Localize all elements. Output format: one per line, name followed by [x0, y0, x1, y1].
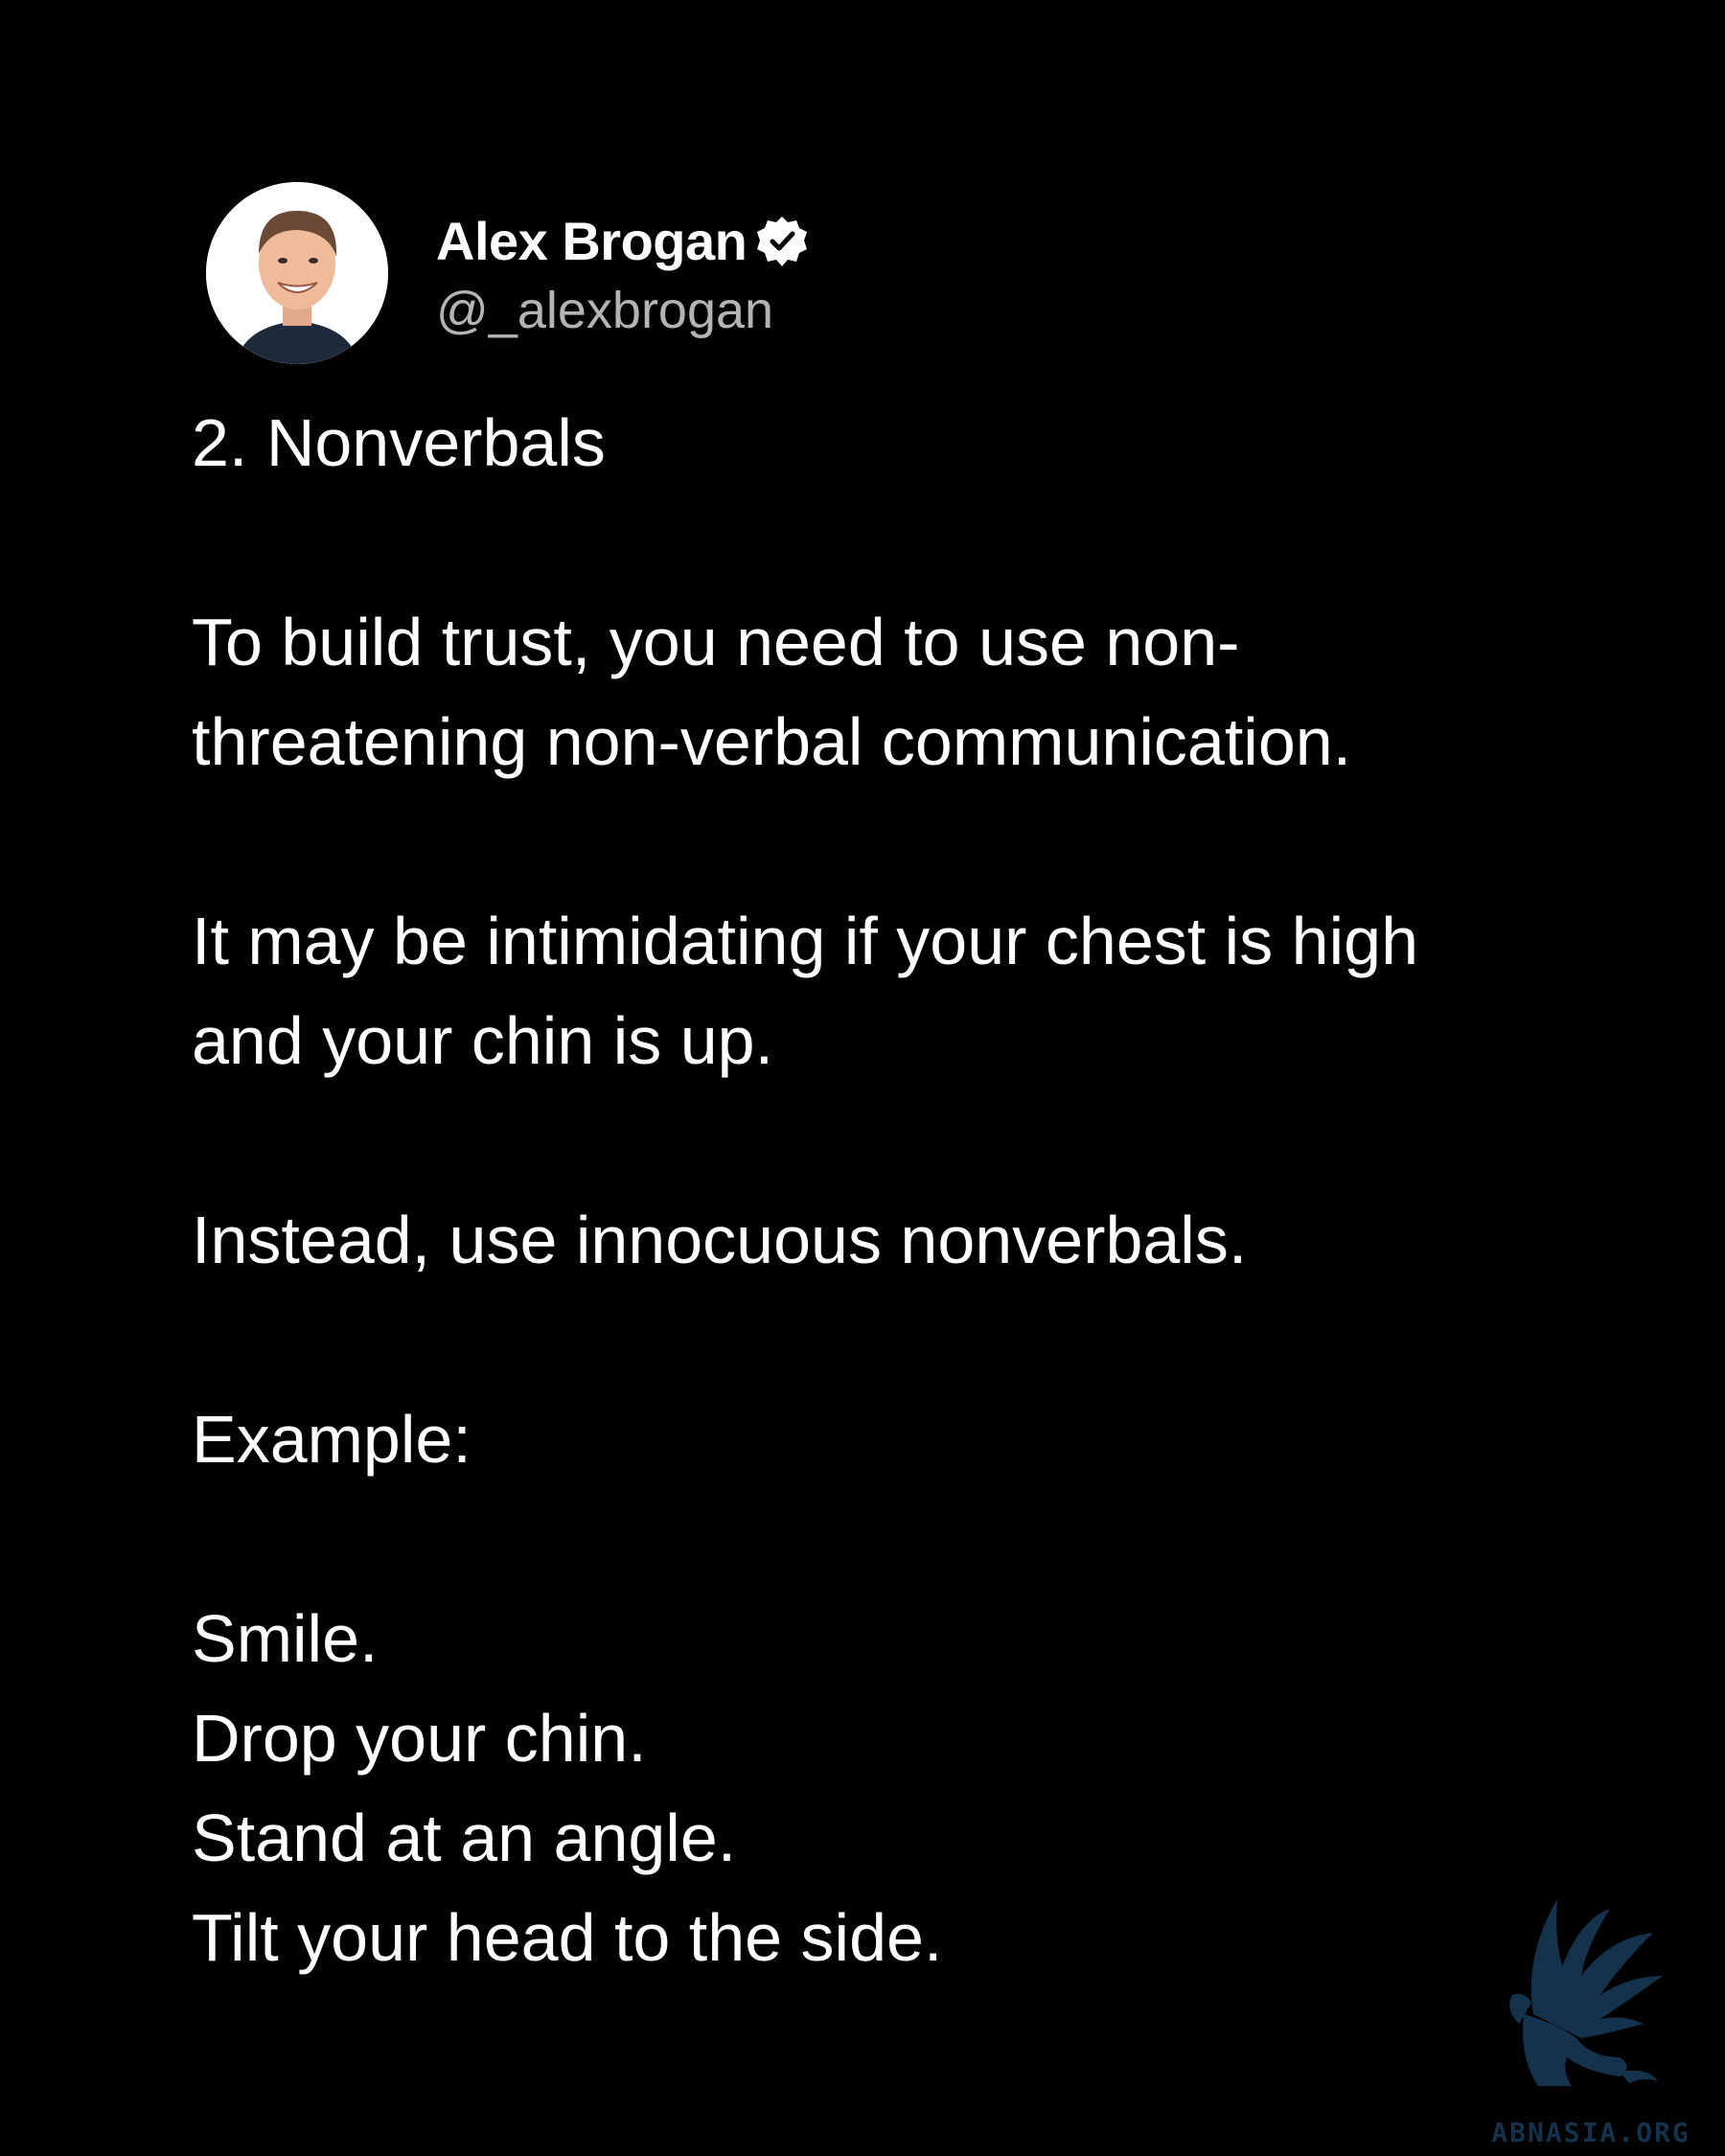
paragraph-line: To build trust, you need to use non-	[192, 605, 1240, 679]
verified-badge-icon	[754, 214, 810, 269]
example-list: Smile. Drop your chin. Stand at an angle…	[192, 1589, 1581, 1987]
avatar-photo	[206, 182, 388, 364]
paragraph-line: and your chin is up.	[192, 1003, 774, 1078]
post-heading: 2. Nonverbals	[192, 405, 606, 480]
post-paragraph: To build trust, you need to use non- thr…	[192, 592, 1581, 791]
post-paragraph: It may be intimidating if your chest is …	[192, 891, 1581, 1090]
example-item: Smile.	[192, 1601, 379, 1676]
example-item: Tilt your head to the side.	[192, 1900, 943, 1975]
griffin-logo-icon	[1509, 1899, 1663, 2086]
watermark: ABNASIA.ORG	[1466, 1880, 1715, 2148]
name-row: Alex Brogan	[436, 205, 810, 278]
author-display-name[interactable]: Alex Brogan	[436, 214, 748, 268]
watermark-text: ABNASIA.ORG	[1491, 2117, 1690, 2148]
example-item: Stand at an angle.	[192, 1800, 737, 1875]
example-label: Example:	[192, 1402, 472, 1477]
author-handle[interactable]: @_alexbrogan	[436, 280, 810, 342]
post-header: Alex Brogan @_alexbrogan	[206, 182, 810, 364]
paragraph-line: It may be intimidating if your chest is …	[192, 904, 1419, 978]
author-identity: Alex Brogan @_alexbrogan	[436, 205, 810, 342]
post-body: 2. Nonverbals To build trust, you need t…	[192, 393, 1581, 1987]
avatar[interactable]	[206, 182, 388, 364]
paragraph-line: threatening non-verbal communication.	[192, 704, 1352, 779]
post-paragraph: Instead, use innocuous nonverbals.	[192, 1203, 1248, 1277]
example-item: Drop your chin.	[192, 1701, 647, 1776]
